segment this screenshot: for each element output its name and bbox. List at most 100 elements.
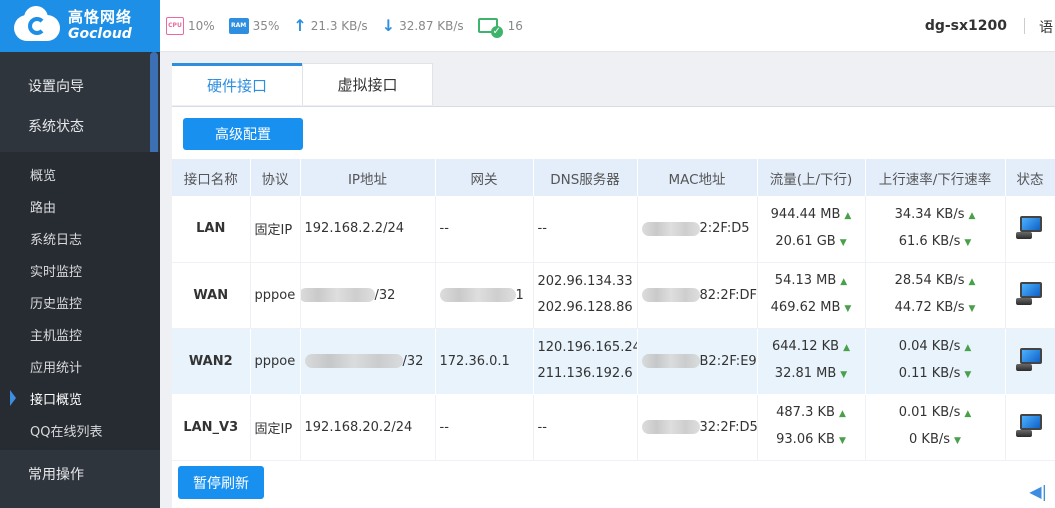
rate: 0.01 KB/s ▲ 0 KB/s ▼	[865, 394, 1006, 461]
traffic-up: 644.12 KB	[772, 339, 840, 354]
advanced-config-button[interactable]: 高级配置	[183, 118, 303, 150]
rate-down: 61.6 KB/s	[898, 233, 961, 249]
online-device-count: 16	[507, 18, 523, 33]
interface-tabs: 硬件接口 虚拟接口	[172, 63, 433, 105]
dns-primary: 202.96.134.33	[537, 274, 633, 289]
computer-status-icon[interactable]	[1016, 347, 1044, 371]
brand-logo[interactable]: 高恪网络 Gocloud	[0, 0, 160, 52]
status	[1005, 394, 1055, 461]
table-row[interactable]: LAN_V3 固定IP 192.168.20.2/24 -- -- 32:2F:…	[172, 394, 1055, 461]
traffic: 644.12 KB ▲ 32.81 MB ▼	[757, 328, 866, 395]
computer-status-icon[interactable]	[1016, 215, 1044, 239]
down-arrow-icon: ▼	[964, 370, 972, 380]
tab-hardware-interface[interactable]: 硬件接口	[172, 63, 302, 105]
ram-usage: 35%	[252, 18, 280, 33]
sidebar-item-realtime-monitor[interactable]: 实时监控	[0, 254, 160, 286]
sidebar-item-overview[interactable]: 概览	[0, 158, 160, 190]
sidebar-item-interface-overview[interactable]: 接口概览	[0, 382, 160, 414]
mac-address: 2:2F:D5	[637, 196, 758, 263]
pager-first-icon[interactable]: ◀|	[1029, 482, 1047, 501]
menu-setup-wizard[interactable]: 设置向导	[0, 66, 160, 106]
device-name: dg-sx1200	[924, 18, 1007, 34]
down-arrow-icon: ▼	[839, 237, 847, 248]
traffic-down: 32.81 MB	[774, 366, 837, 381]
interface-name: LAN_V3	[172, 394, 251, 461]
redacted-mask	[439, 288, 516, 302]
menu-system-status[interactable]: 系统状态	[0, 106, 160, 146]
dns-primary: --	[537, 419, 547, 435]
table-row[interactable]: WAN2 pppoe /32 172.36.0.1 120.196.165.24…	[172, 328, 1055, 395]
status	[1005, 196, 1055, 263]
dns-primary: --	[537, 220, 547, 236]
interface-name: LAN	[172, 196, 251, 263]
traffic: 487.3 KB ▲ 93.06 KB ▼	[757, 394, 866, 461]
up-arrow-icon: ▲	[968, 277, 976, 287]
down-arrow-icon: ▼	[844, 304, 852, 314]
upload-speed: 21.3 KB/s	[310, 18, 368, 33]
dns-server: --	[533, 196, 638, 263]
status	[1005, 262, 1055, 329]
pause-refresh-button[interactable]: 暂停刷新	[178, 466, 264, 499]
dns-server: 202.96.134.33 202.96.128.86	[533, 262, 638, 329]
ip-address: 192.168.2.2/24	[300, 196, 436, 263]
sidebar-item-app-stats[interactable]: 应用统计	[0, 350, 160, 382]
table-row[interactable]: LAN 固定IP 192.168.2.2/24 -- -- 2:2F:D5 94…	[172, 196, 1055, 263]
mac-suffix: B2:2F:E9	[699, 353, 757, 369]
sidebar-item-qq-online[interactable]: QQ在线列表	[0, 414, 160, 446]
col-status: 状态	[1005, 159, 1055, 196]
traffic-down: 20.61 GB	[775, 233, 836, 249]
rate-up: 0.04 KB/s	[898, 339, 961, 354]
rate: 0.04 KB/s ▲ 0.11 KB/s ▼	[865, 328, 1006, 395]
gateway: --	[435, 196, 534, 263]
up-arrow-icon: ▲	[844, 210, 852, 221]
ram-icon: RAM	[228, 17, 249, 34]
download-speed: 32.87 KB/s	[399, 18, 464, 33]
col-protocol: 协议	[250, 159, 301, 196]
ip-address: 192.168.20.2/24	[300, 394, 436, 461]
table-header-row: 接口名称 协议 IP地址 网关 DNS服务器 MAC地址 流量(上/下行) 上行…	[172, 159, 1055, 196]
down-arrow-icon: ▼	[968, 304, 976, 314]
computer-status-icon[interactable]	[1016, 281, 1044, 305]
status	[1005, 328, 1055, 395]
traffic-up: 487.3 KB	[776, 405, 835, 420]
computer-status-icon[interactable]	[1016, 413, 1044, 437]
rate-up: 34.34 KB/s	[894, 206, 965, 222]
sidebar: 高恪网络 Gocloud 设置向导 系统状态 概览 路由 系统日志 实时监控 历…	[0, 0, 160, 508]
ip-suffix: /32	[374, 287, 396, 303]
gateway-suffix: 1	[515, 287, 524, 303]
mac-suffix: 82:2F:DF	[699, 287, 757, 303]
redacted-mask	[641, 420, 700, 434]
col-traffic: 流量(上/下行)	[757, 159, 866, 196]
menu-common-operations[interactable]: 常用操作	[0, 454, 160, 494]
sidebar-item-route[interactable]: 路由	[0, 190, 160, 222]
redacted-mask	[304, 354, 403, 368]
gateway: 1	[435, 262, 534, 329]
brand-name-en: Gocloud	[68, 26, 132, 42]
download-arrow-icon: ↓	[381, 16, 396, 35]
sidebar-item-history-monitor[interactable]: 历史监控	[0, 286, 160, 318]
col-dns: DNS服务器	[533, 159, 638, 196]
up-arrow-icon: ▲	[843, 343, 850, 353]
up-arrow-icon: ▲	[964, 343, 972, 353]
upload-arrow-icon: ↑	[293, 16, 307, 35]
rate: 28.54 KB/s ▲ 44.72 KB/s ▼	[865, 262, 1006, 329]
traffic: 944.44 MB ▲ 20.61 GB ▼	[757, 196, 866, 263]
gateway: 172.36.0.1	[435, 328, 534, 395]
down-arrow-icon: ▼	[964, 237, 972, 248]
divider	[1024, 18, 1025, 34]
table-row[interactable]: WAN pppoe /32 1 202.96.134.33 202.96.128…	[172, 262, 1055, 329]
ip-address: /32	[300, 328, 436, 395]
sidebar-item-host-monitor[interactable]: 主机监控	[0, 318, 160, 350]
down-arrow-icon: ▼	[954, 436, 961, 446]
down-arrow-icon: ▼	[840, 370, 848, 380]
sidebar-item-system-log[interactable]: 系统日志	[0, 222, 160, 254]
rate-down: 0.11 KB/s	[898, 366, 961, 381]
gocloud-logo-icon	[12, 6, 62, 43]
up-arrow-icon: ▲	[964, 409, 972, 419]
language-switch[interactable]: 语	[1039, 17, 1055, 37]
interface-name: WAN2	[172, 328, 251, 395]
cpu-usage: 10%	[188, 18, 215, 33]
col-ip-address: IP地址	[300, 159, 436, 196]
up-arrow-icon: ▲	[838, 409, 846, 419]
tab-virtual-interface[interactable]: 虚拟接口	[302, 63, 433, 105]
